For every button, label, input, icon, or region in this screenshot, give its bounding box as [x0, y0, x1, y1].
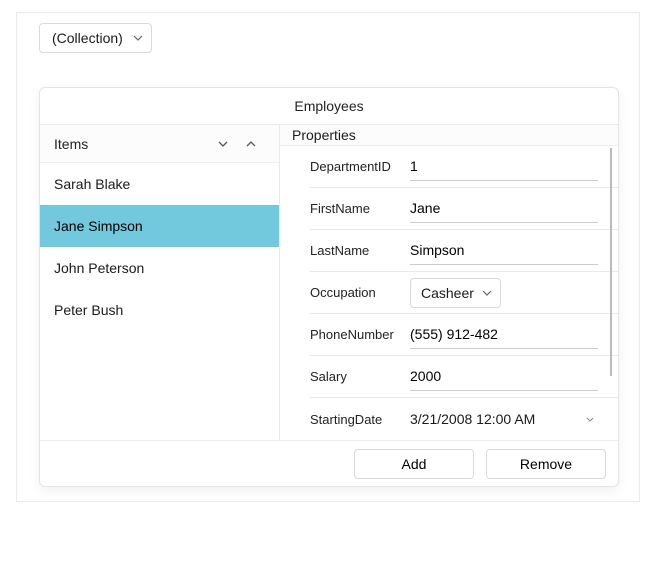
property-row-phone: PhoneNumber — [310, 314, 618, 356]
list-item-label: Jane Simpson — [54, 218, 143, 234]
items-header: Items — [40, 125, 279, 163]
properties-header: Properties — [280, 125, 618, 146]
list-item-label: John Peterson — [54, 260, 144, 276]
move-up-button[interactable] — [237, 132, 265, 156]
last-name-input[interactable] — [410, 237, 598, 265]
add-button[interactable]: Add — [354, 449, 474, 479]
property-row-salary: Salary — [310, 356, 618, 398]
property-row-department-id: DepartmentID — [310, 146, 618, 188]
collection-editor: Employees Items Sarah Blake Jane Simpson — [39, 87, 619, 487]
list-item-label: Sarah Blake — [54, 176, 130, 192]
property-row-first-name: FirstName — [310, 188, 618, 230]
editor-title: Employees — [40, 88, 618, 125]
list-item[interactable]: Peter Bush — [40, 289, 279, 331]
outer-panel: (Collection) Employees Items Sarah Blake — [16, 12, 640, 502]
occupation-select[interactable]: Casheer — [410, 278, 501, 308]
collection-dropdown-label: (Collection) — [52, 30, 123, 46]
list-item[interactable]: John Peterson — [40, 247, 279, 289]
editor-columns: Items Sarah Blake Jane Simpson John Pete… — [40, 125, 618, 440]
property-label: Salary — [310, 369, 410, 384]
property-label: Occupation — [310, 285, 410, 300]
collection-dropdown[interactable]: (Collection) — [39, 23, 152, 53]
phone-number-input[interactable] — [410, 321, 598, 349]
items-column: Items Sarah Blake Jane Simpson John Pete… — [40, 125, 280, 440]
list-item-label: Peter Bush — [54, 302, 123, 318]
property-row-starting-date: StartingDate 3/21/2008 12:00 AM — [310, 398, 618, 440]
list-item[interactable]: Sarah Blake — [40, 163, 279, 205]
property-label: StartingDate — [310, 412, 410, 427]
editor-footer: Add Remove — [40, 440, 618, 487]
occupation-select-value: Casheer — [421, 285, 474, 301]
property-row-occupation: Occupation Casheer — [310, 272, 618, 314]
salary-input[interactable] — [410, 363, 598, 391]
property-label: LastName — [310, 243, 410, 258]
move-down-button[interactable] — [209, 132, 237, 156]
property-row-last-name: LastName — [310, 230, 618, 272]
property-label: DepartmentID — [310, 159, 410, 174]
chevron-down-icon — [482, 290, 492, 296]
list-item[interactable]: Jane Simpson — [40, 205, 279, 247]
first-name-input[interactable] — [410, 195, 598, 223]
properties-body: DepartmentID FirstName LastName — [280, 146, 618, 440]
chevron-down-icon — [133, 35, 143, 41]
items-header-label: Items — [54, 136, 209, 152]
remove-button[interactable]: Remove — [486, 449, 606, 479]
property-label: FirstName — [310, 201, 410, 216]
starting-date-value: 3/21/2008 12:00 AM — [410, 411, 535, 427]
property-label: PhoneNumber — [310, 327, 410, 342]
department-id-input[interactable] — [410, 153, 598, 181]
properties-column: Properties DepartmentID FirstName — [280, 125, 618, 440]
scrollbar[interactable] — [610, 148, 612, 376]
starting-date-picker[interactable]: 3/21/2008 12:00 AM — [410, 404, 598, 434]
chevron-down-icon — [586, 417, 594, 422]
